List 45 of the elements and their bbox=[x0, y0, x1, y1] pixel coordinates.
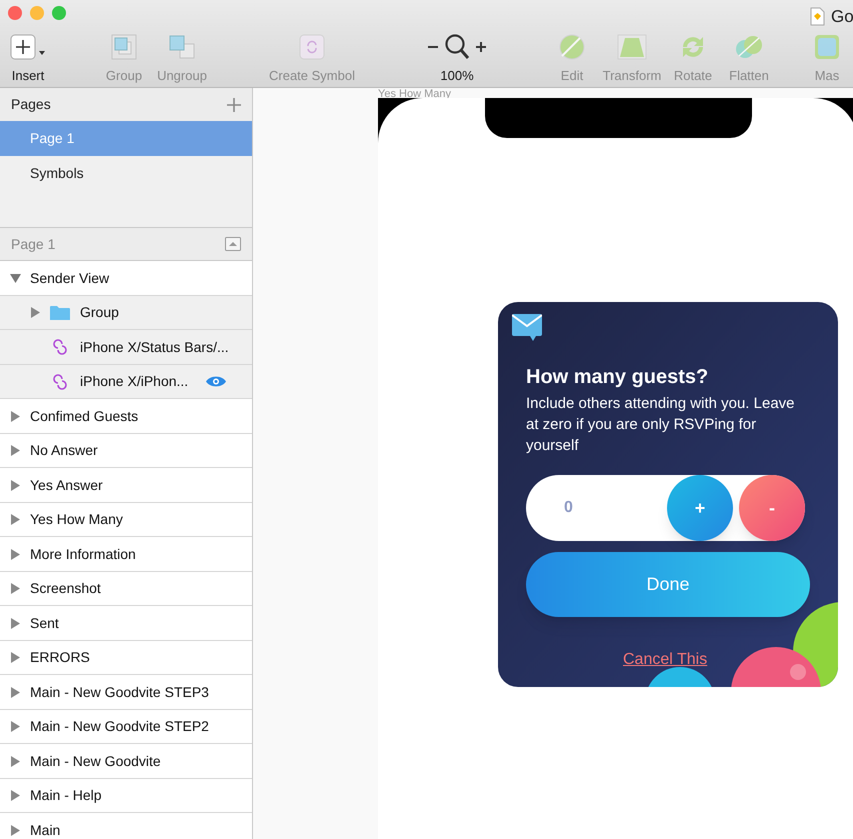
flatten-icon bbox=[734, 34, 764, 60]
ungroup-icon bbox=[168, 34, 196, 60]
artboard-label: Yes How Many bbox=[378, 88, 451, 100]
search-icon bbox=[444, 33, 470, 61]
plus-icon bbox=[10, 34, 46, 60]
layer-row[interactable]: Yes How Many bbox=[0, 502, 252, 538]
panel-title: Pages bbox=[11, 95, 51, 114]
zoom-in-icon bbox=[476, 42, 486, 52]
layer-row[interactable]: iPhone X/iPhon... bbox=[0, 364, 252, 400]
layer-row[interactable]: Main - New Goodvite STEP2 bbox=[0, 710, 252, 744]
panel-title: Page 1 bbox=[11, 234, 56, 254]
layer-row[interactable]: Main bbox=[0, 813, 252, 839]
document-icon bbox=[810, 7, 825, 26]
layer-row[interactable]: No Answer bbox=[0, 434, 252, 468]
page-item[interactable]: Symbols bbox=[0, 156, 252, 192]
mask-icon bbox=[814, 34, 840, 60]
toolbar-button[interactable]: Insert bbox=[0, 32, 56, 86]
close-button[interactable] bbox=[8, 6, 22, 20]
add-icon bbox=[227, 98, 241, 112]
layer-row[interactable]: Yes Answer bbox=[0, 468, 252, 503]
layer-row[interactable]: Confimed Guests bbox=[0, 399, 252, 434]
layer-row[interactable]: iPhone X/Status Bars/... bbox=[0, 330, 252, 365]
window-title: Go bbox=[831, 6, 853, 28]
layer-row[interactable]: Group bbox=[0, 296, 252, 330]
dialog-text: Include others attending with you. Leave at zero if you are only RSVPing for yourself bbox=[526, 394, 796, 456]
layer-row[interactable]: Main - Help bbox=[0, 778, 252, 814]
dialog-title: How many guests? bbox=[526, 365, 708, 390]
group-icon bbox=[111, 34, 137, 60]
layer-row[interactable]: More Information bbox=[0, 537, 252, 572]
layer-row[interactable]: Sender View bbox=[0, 261, 252, 296]
layer-row[interactable]: Screenshot bbox=[0, 572, 252, 606]
envelope-icon bbox=[512, 314, 542, 342]
layer-row[interactable]: Main - New Goodvite STEP3 bbox=[0, 675, 252, 710]
symbol-icon bbox=[299, 34, 325, 60]
edit-icon bbox=[558, 34, 586, 60]
minimize-button[interactable] bbox=[30, 6, 44, 20]
layer-row[interactable]: Main - New Goodvite bbox=[0, 744, 252, 779]
zoom-button[interactable] bbox=[52, 6, 66, 20]
folder-icon bbox=[50, 304, 70, 321]
toolbar-button[interactable]: 100% bbox=[417, 32, 497, 86]
collapse-icon bbox=[225, 237, 241, 252]
layer-row[interactable]: ERRORS bbox=[0, 640, 252, 676]
layer-row[interactable]: Sent bbox=[0, 606, 252, 641]
cancel-link[interactable]: Cancel This bbox=[623, 648, 708, 672]
transform-icon bbox=[617, 34, 647, 60]
